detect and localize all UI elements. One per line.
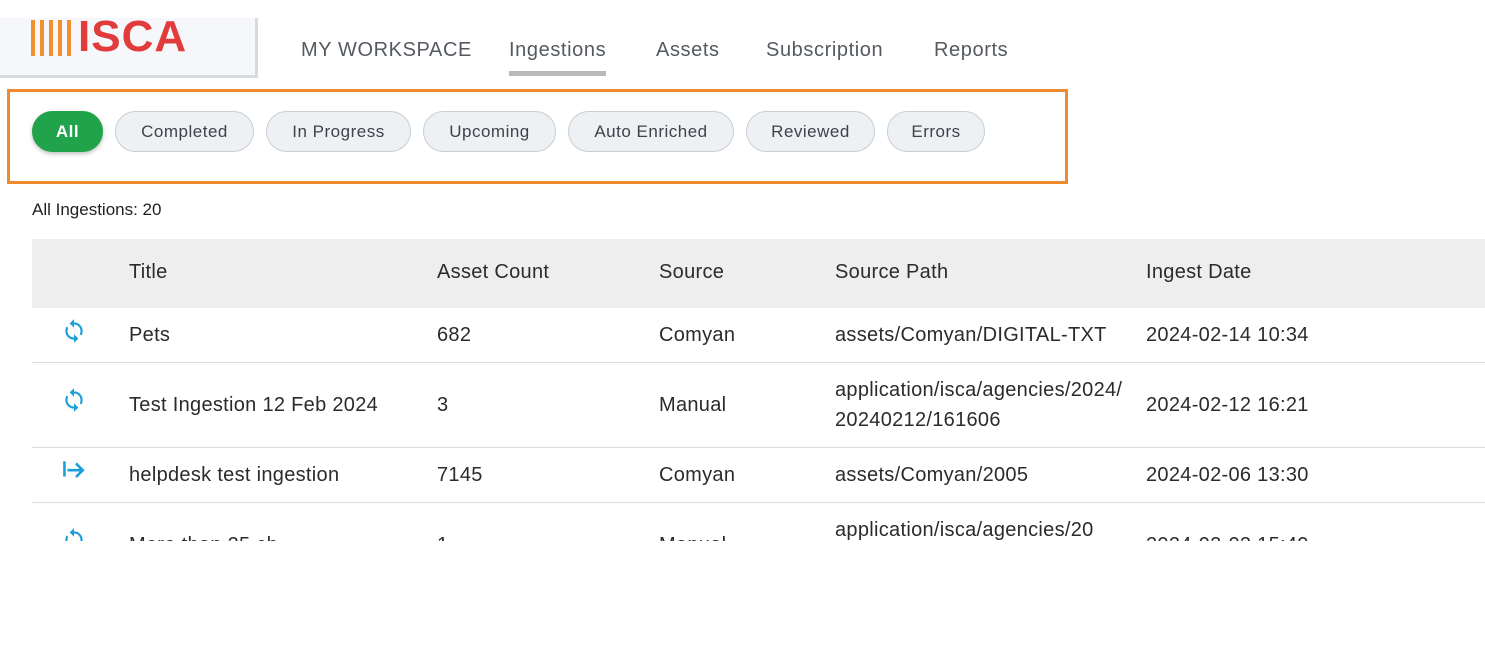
filter-chip-upcoming[interactable]: Upcoming	[423, 111, 556, 152]
filter-chip-completed[interactable]: Completed	[115, 111, 254, 152]
column-header-title[interactable]: Title	[129, 261, 168, 284]
cell-source-path: assets/Comyan/2005	[835, 464, 1029, 486]
table-row[interactable]: More than 25 ch... 1 Manual application/…	[32, 503, 1485, 541]
table-row[interactable]: Test Ingestion 12 Feb 2024 3 Manual appl…	[32, 363, 1485, 448]
column-header-asset-count[interactable]: Asset Count	[437, 261, 549, 284]
nav-ingestions[interactable]: Ingestions	[509, 36, 607, 76]
table-row[interactable]: Pets 682 Comyan assets/Comyan/DIGITAL-TX…	[32, 308, 1485, 363]
logo-text: ISCA	[78, 12, 188, 61]
filter-chip-errors[interactable]: Errors	[887, 111, 985, 152]
ingestions-table: Title Asset Count Source Source Path Ing…	[32, 239, 1485, 541]
cell-source: Comyan	[659, 324, 736, 346]
cell-source-path: assets/Comyan/DIGITAL-TXT	[835, 324, 1107, 346]
cell-source: Comyan	[659, 464, 736, 486]
cell-source-path: application/isca/agencies/2024/20240212/…	[835, 379, 1123, 431]
cell-ingest-date: 2024-02-12 16:21	[1146, 394, 1309, 416]
ingestion-count: All Ingestions: 20	[32, 200, 162, 219]
cell-title[interactable]: Test Ingestion 12 Feb 2024	[129, 390, 378, 420]
cell-asset-count: 682	[437, 324, 472, 346]
cell-title[interactable]: helpdesk test ingestion	[129, 460, 339, 490]
filter-chip-in-progress[interactable]: In Progress	[266, 111, 411, 152]
sync-icon	[65, 319, 83, 343]
cell-source-path: application/isca/agencies/20	[835, 519, 1094, 541]
cell-title[interactable]: Pets	[129, 320, 170, 350]
sync-icon	[65, 528, 83, 541]
column-header-source[interactable]: Source	[659, 261, 724, 284]
ingestions-page: ISCA MY WORKSPACE Ingestions Assets Subs…	[0, 0, 1485, 648]
cell-ingest-date: 2024-02-14 10:34	[1146, 324, 1309, 346]
filter-chip-all[interactable]: All	[32, 111, 103, 152]
nav-reports[interactable]: Reports	[934, 36, 1008, 64]
cell-source: Manual	[659, 394, 727, 416]
sync-icon	[65, 388, 83, 412]
filter-chip-auto-enriched[interactable]: Auto Enriched	[568, 111, 734, 152]
column-header-source-path[interactable]: Source Path	[835, 261, 948, 284]
cell-asset-count: 7145	[437, 464, 483, 486]
cell-source: Manual	[659, 530, 726, 541]
cell-asset-count: 3	[437, 394, 449, 416]
cell-asset-count: 1	[437, 530, 448, 541]
cell-ingest-date: 2024-02-02 15:40	[1146, 530, 1309, 541]
logo[interactable]: ISCA	[0, 12, 258, 78]
arrow-to-right-icon	[63, 461, 85, 478]
nav-subscription[interactable]: Subscription	[766, 36, 883, 64]
filter-chip-reviewed[interactable]: Reviewed	[746, 111, 875, 152]
cell-title[interactable]: More than 25 ch...	[129, 530, 296, 541]
table-row[interactable]: helpdesk test ingestion 7145 Comyan asse…	[32, 448, 1485, 503]
nav-my-workspace[interactable]: MY WORKSPACE	[301, 36, 472, 64]
column-header-ingest-date[interactable]: Ingest Date	[1146, 261, 1252, 284]
logo-stripes-icon	[31, 20, 71, 56]
nav-assets[interactable]: Assets	[656, 36, 720, 64]
table-header: Title Asset Count Source Source Path Ing…	[32, 239, 1485, 308]
cell-ingest-date: 2024-02-06 13:30	[1146, 464, 1309, 486]
